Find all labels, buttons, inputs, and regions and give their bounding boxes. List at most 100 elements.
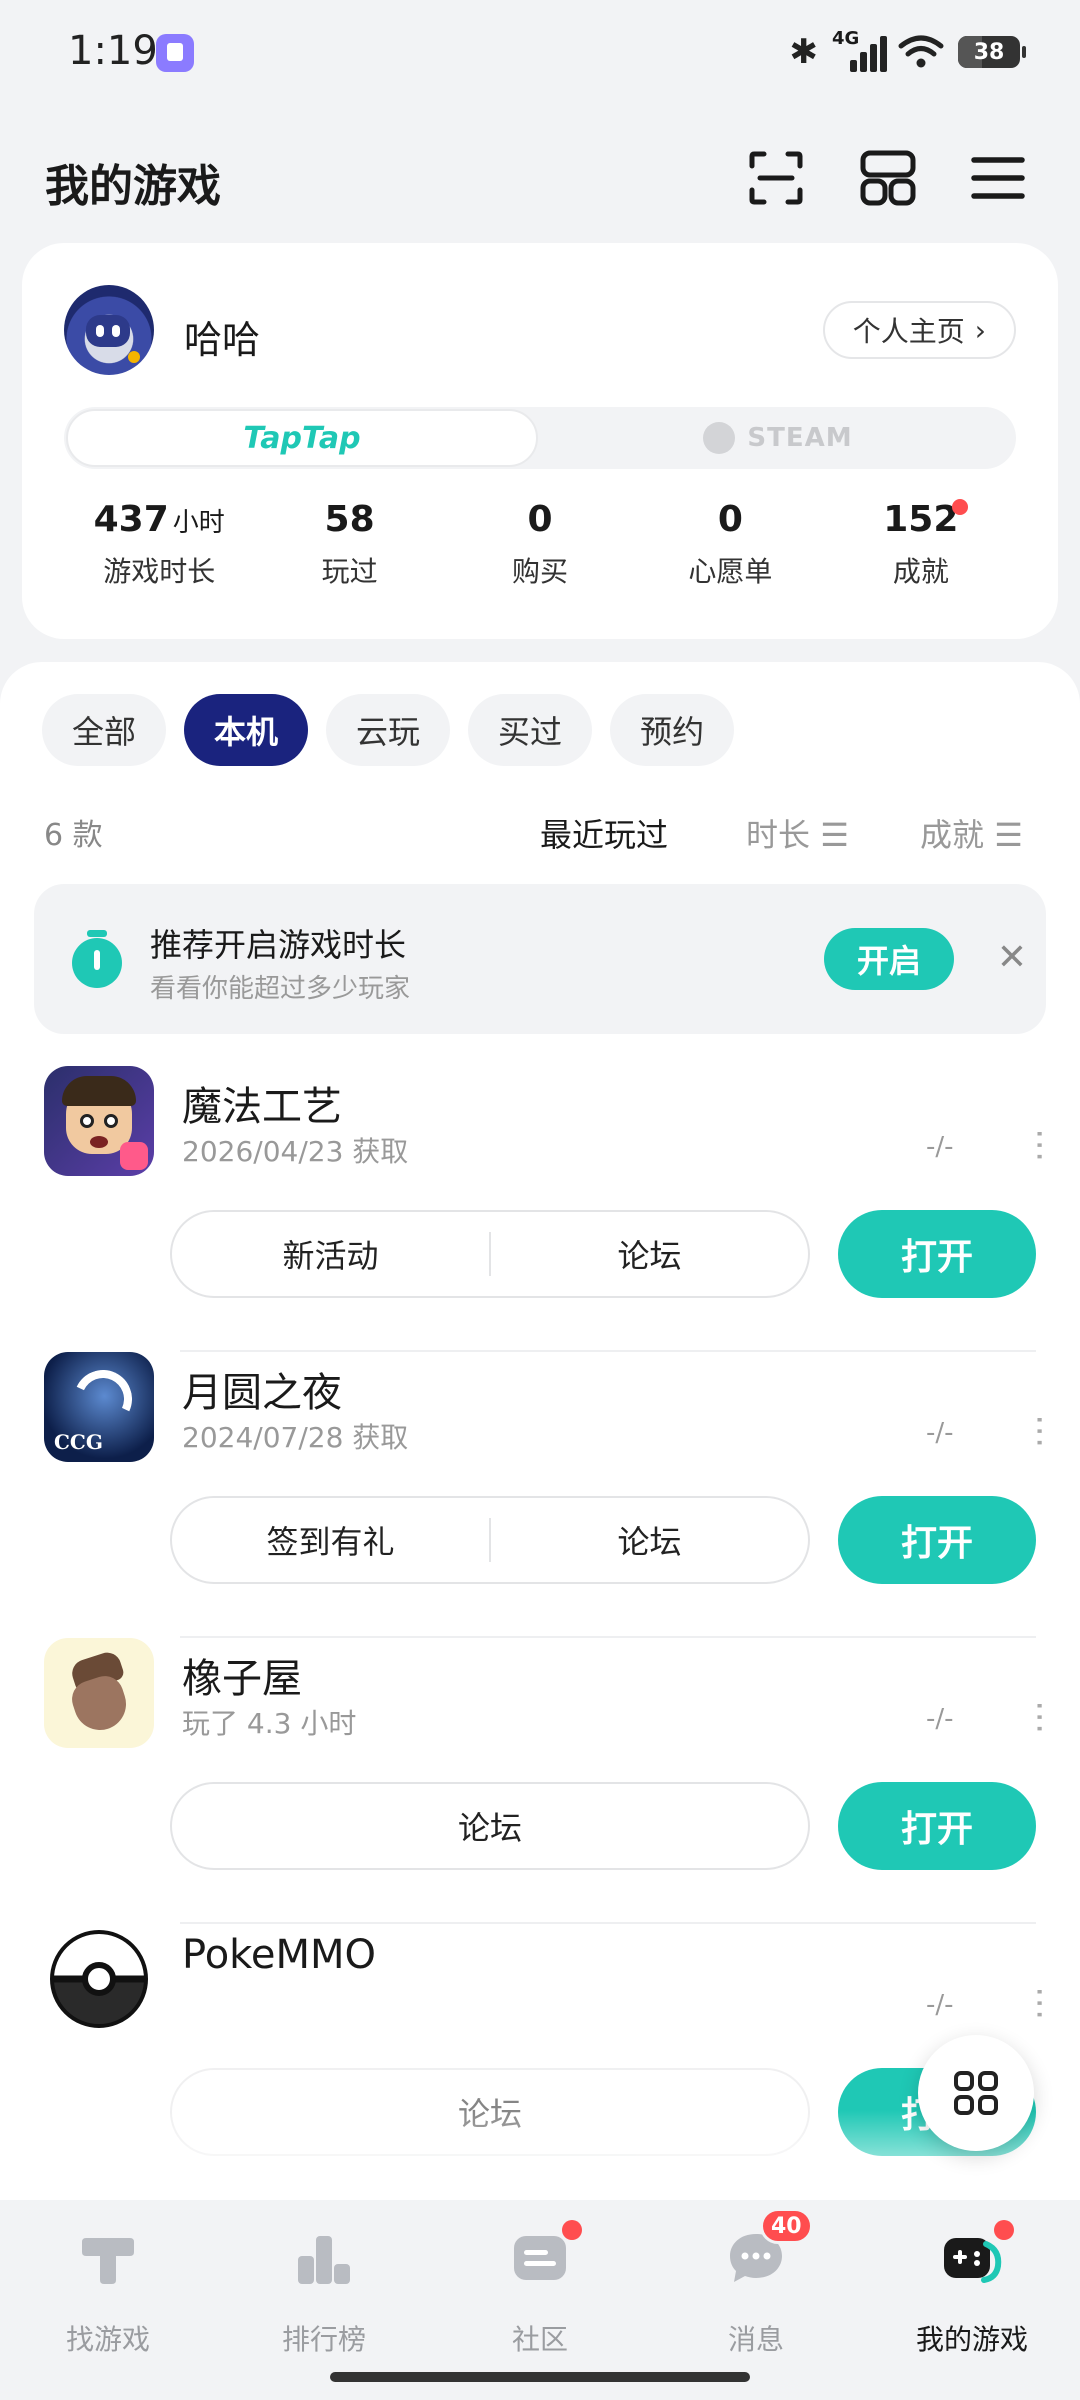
steam-logo-icon (703, 422, 736, 454)
game-subtitle: 玩了 4.3 小时 (182, 1707, 357, 1740)
stopwatch-icon (70, 930, 124, 988)
notification-app-icon (156, 34, 194, 72)
list-fade (0, 2110, 1080, 2200)
stat-purchased[interactable]: 0 购买 (445, 499, 635, 599)
stat-label: 购买 (512, 555, 569, 588)
battery-level: 38 (973, 39, 1005, 65)
game-icon-label: CCG (54, 1430, 103, 1454)
battery-icon: 38 (958, 36, 1026, 68)
nav-label: 消息 (727, 2323, 784, 2356)
apps-grid-button[interactable] (918, 2035, 1034, 2151)
game-item[interactable]: 橡子屋 玩了 4.3 小时 -/- ⋯ 论坛 打开 (0, 1638, 1080, 1924)
nav-community[interactable]: 社区 (432, 2200, 648, 2400)
game-actions: 新活动 论坛 (170, 1210, 810, 1298)
chip-all[interactable]: 全部 (42, 694, 167, 766)
more-options-icon[interactable]: ⋯ (1020, 1128, 1060, 1162)
find-games-icon (82, 2238, 134, 2284)
enable-button[interactable]: 开启 (824, 928, 954, 990)
page-title: 我的游戏 (45, 161, 221, 212)
status-indicators: ✱ 4G 38 (789, 28, 1026, 74)
chevron-right-icon: › (974, 313, 986, 347)
action-forum[interactable]: 论坛 (491, 1517, 808, 1563)
close-icon[interactable]: ✕ (990, 936, 1034, 980)
apps-grid-icon (954, 2071, 998, 2115)
chip-bought[interactable]: 买过 (468, 694, 593, 766)
screen: 1:19 ✱ 4G 38 我的游戏 哈哈 个人主页 › TapTap STEAM… (0, 0, 1080, 2400)
more-options-icon[interactable]: ⋯ (1020, 1414, 1060, 1448)
notification-dot (951, 499, 968, 515)
more-options-icon[interactable]: ⋯ (1020, 1700, 1060, 1734)
scan-icon[interactable] (746, 148, 806, 208)
username[interactable]: 哈哈 (184, 309, 260, 364)
stat-value: 0 (527, 499, 553, 540)
nav-find-games[interactable]: 找游戏 (0, 2200, 216, 2400)
home-indicator[interactable] (330, 2372, 750, 2382)
sort-recent[interactable]: 最近玩过 (540, 810, 668, 856)
profile-page-button[interactable]: 个人主页 › (822, 301, 1016, 359)
wifi-icon (898, 35, 944, 68)
open-button[interactable]: 打开 (838, 1210, 1036, 1298)
status-bar: 1:19 ✱ 4G 38 (0, 0, 1080, 110)
profile-page-label: 个人主页 (852, 315, 965, 348)
stat-value: 152 (883, 499, 959, 540)
network-type: 4G (832, 28, 860, 49)
grid-layout-icon[interactable] (858, 148, 918, 208)
game-item[interactable]: CCG 月圆之夜 2024/07/28 获取 -/- ⋯ 签到有礼 论坛 打开 (0, 1352, 1080, 1638)
my-games-icon (944, 2238, 1002, 2283)
platform-switch: TapTap STEAM (64, 407, 1016, 469)
sort-row: 6 款 最近玩过 时长 ☰ 成就 ☰ (0, 802, 1080, 862)
action-checkin-gift[interactable]: 签到有礼 (172, 1517, 489, 1563)
nav-label: 社区 (511, 2323, 568, 2356)
sort-achievement[interactable]: 成就 ☰ (920, 810, 1023, 856)
stat-label: 心愿单 (688, 555, 773, 588)
nav-messages[interactable]: 40 消息 (648, 2200, 864, 2400)
stat-label: 成就 (892, 555, 949, 588)
steam-tab[interactable]: STEAM (540, 407, 1016, 469)
game-playtime: -/- (926, 1990, 954, 2020)
game-icon-magic-craft[interactable] (44, 1066, 154, 1176)
game-name: 橡子屋 (182, 1656, 302, 1702)
sort-duration[interactable]: 时长 ☰ (746, 810, 849, 856)
cellular-signal-icon: 4G (832, 28, 887, 72)
avatar[interactable] (64, 285, 154, 375)
open-button[interactable]: 打开 (838, 1782, 1036, 1870)
game-count: 6 款 (44, 818, 103, 853)
open-button[interactable]: 打开 (838, 1496, 1036, 1584)
nav-label: 我的游戏 (915, 2323, 1028, 2356)
sort-achievement-label: 成就 (920, 816, 985, 854)
chip-cloud[interactable]: 云玩 (326, 694, 451, 766)
notification-dot (994, 2220, 1014, 2240)
nav-label: 排行榜 (281, 2323, 366, 2356)
unread-badge: 40 (760, 2208, 813, 2244)
notification-dot (562, 2220, 582, 2240)
bluetooth-icon: ✱ (789, 32, 819, 72)
filter-chips: 全部 本机 云玩 买过 预约 (42, 694, 735, 766)
stat-playtime[interactable]: 437 小时 游戏时长 (64, 499, 254, 599)
steam-label: STEAM (747, 423, 853, 453)
ranking-icon (298, 2236, 350, 2284)
chip-local[interactable]: 本机 (184, 694, 309, 766)
chip-reserved[interactable]: 预约 (610, 694, 735, 766)
stat-wishlist[interactable]: 0 心愿单 (635, 499, 825, 599)
status-time: 1:19 (68, 28, 158, 74)
menu-icon[interactable] (968, 148, 1028, 208)
action-forum[interactable]: 论坛 (491, 1231, 808, 1277)
banner-title: 推荐开启游戏时长 (150, 926, 407, 964)
game-item[interactable]: 魔法工艺 2026/04/23 获取 -/- ⋯ 新活动 论坛 打开 (0, 1066, 1080, 1352)
stat-achievements[interactable]: 152 成就 (826, 499, 1016, 599)
playtime-banner: 推荐开启游戏时长 看看你能超过多少玩家 开启 ✕ (34, 884, 1046, 1034)
game-icon-moon-night[interactable]: CCG (44, 1352, 154, 1462)
more-options-icon[interactable]: ⋯ (1020, 1986, 1060, 2020)
nav-my-games[interactable]: 我的游戏 (864, 2200, 1080, 2400)
taptap-tab[interactable]: TapTap (66, 409, 538, 467)
nav-ranking[interactable]: 排行榜 (216, 2200, 432, 2400)
stat-value: 58 (324, 499, 375, 540)
game-icon-pokemmo[interactable] (44, 1924, 154, 2034)
action-new-event[interactable]: 新活动 (172, 1231, 489, 1277)
game-subtitle: 2024/07/28 获取 (182, 1421, 409, 1454)
game-icon-acorn-house[interactable] (44, 1638, 154, 1748)
stats-row: 437 小时 游戏时长 58 玩过 0 购买 0 心愿单 152 成就 (64, 499, 1016, 599)
stat-played[interactable]: 58 玩过 (254, 499, 444, 599)
action-forum[interactable]: 论坛 (172, 1803, 808, 1849)
profile-card: 哈哈 个人主页 › TapTap STEAM 437 小时 游戏时长 58 玩过 … (22, 243, 1058, 639)
